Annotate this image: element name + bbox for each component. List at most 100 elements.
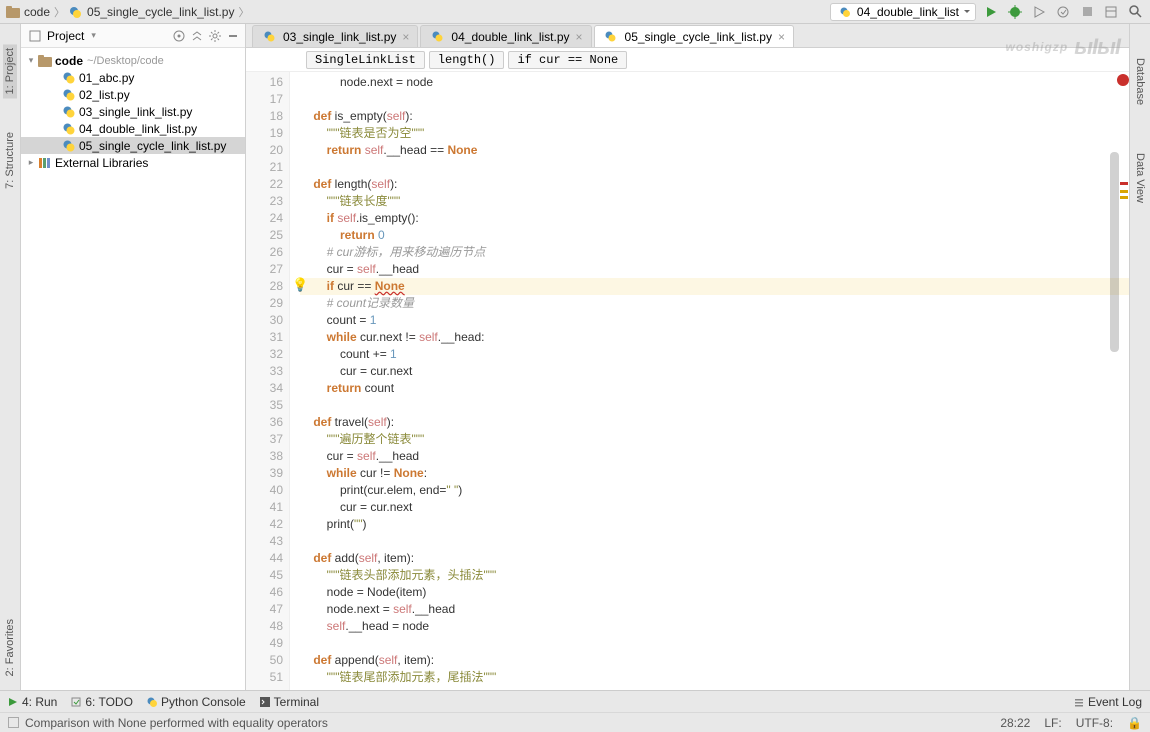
stop-button[interactable] bbox=[1078, 3, 1096, 21]
editor-tabs: 03_single_link_list.py×04_double_link_li… bbox=[246, 24, 1129, 48]
breadcrumb-item[interactable]: if cur == None bbox=[508, 51, 627, 69]
tree-file[interactable]: 02_list.py bbox=[21, 86, 245, 103]
ide-layout-button[interactable] bbox=[1102, 3, 1120, 21]
breadcrumb-item[interactable]: SingleLinkList bbox=[306, 51, 425, 69]
tool-tab-database[interactable]: Database bbox=[1133, 54, 1147, 109]
chevron-right-icon: 〉 bbox=[54, 4, 65, 20]
chevron-down-icon[interactable]: ▾ bbox=[91, 30, 96, 41]
collapse-all-icon[interactable] bbox=[191, 30, 203, 42]
breadcrumb-item[interactable]: length() bbox=[429, 51, 505, 69]
project-pane-header: Project ▾ bbox=[21, 24, 245, 48]
editor-tab[interactable]: 05_single_cycle_link_list.py × bbox=[594, 25, 794, 47]
python-icon bbox=[61, 139, 77, 153]
code-breadcrumb: SingleLinkListlength()if cur == None bbox=[246, 48, 1129, 72]
tree-node-label: 02_list.py bbox=[79, 88, 130, 102]
crumb-file[interactable]: 05_single_cycle_link_list.py bbox=[87, 5, 234, 19]
chevron-right-icon: 〉 bbox=[238, 4, 249, 20]
crumb-root[interactable]: code bbox=[24, 5, 50, 19]
run-tab[interactable]: 4: Run bbox=[8, 695, 57, 709]
scrollbar-thumb[interactable] bbox=[1110, 152, 1119, 352]
warning-mark[interactable] bbox=[1120, 196, 1128, 199]
tool-tab-dataview[interactable]: Data View bbox=[1133, 149, 1147, 207]
folder-icon bbox=[6, 6, 20, 18]
library-icon bbox=[37, 156, 53, 170]
python-icon bbox=[603, 30, 619, 44]
folder-icon bbox=[37, 54, 53, 68]
editor-area: 03_single_link_list.py×04_double_link_li… bbox=[246, 24, 1129, 690]
run-config-label: 04_double_link_list bbox=[857, 5, 959, 19]
right-tool-strip: Database Data View bbox=[1129, 24, 1150, 690]
project-pane: Project ▾ ▾ code ~/Desktop/code 01_abc.p… bbox=[21, 24, 246, 690]
attach-button[interactable] bbox=[1054, 3, 1072, 21]
tree-root[interactable]: ▾ code ~/Desktop/code bbox=[21, 52, 245, 69]
expand-icon[interactable]: ▸ bbox=[25, 157, 37, 168]
tree-node-label: code bbox=[55, 54, 83, 68]
status-bar: Comparison with None performed with equa… bbox=[0, 712, 1150, 732]
tab-label: 05_single_cycle_link_list.py bbox=[625, 30, 772, 44]
scroll-from-source-icon[interactable] bbox=[173, 30, 185, 42]
code-editor[interactable]: 1617181920212223242526272829303132333435… bbox=[246, 72, 1129, 690]
warning-mark[interactable] bbox=[1120, 190, 1128, 193]
todo-tab[interactable]: 6: TODO bbox=[71, 695, 133, 709]
code-content[interactable]: node.next = node def is_empty(self): """… bbox=[290, 72, 1129, 690]
debug-button[interactable] bbox=[1006, 3, 1024, 21]
status-message: Comparison with None performed with equa… bbox=[25, 716, 328, 730]
run-coverage-button[interactable] bbox=[1030, 3, 1048, 21]
error-stripe bbox=[1119, 72, 1129, 690]
python-console-tab[interactable]: Python Console bbox=[147, 695, 246, 709]
project-icon bbox=[27, 29, 43, 43]
tree-file[interactable]: 01_abc.py bbox=[21, 69, 245, 86]
close-icon[interactable]: × bbox=[576, 30, 583, 44]
tree-file[interactable]: 03_single_link_list.py bbox=[21, 103, 245, 120]
tree-node-label: External Libraries bbox=[55, 156, 148, 170]
tree-node-label: 01_abc.py bbox=[79, 71, 134, 85]
file-encoding[interactable]: UTF-8: bbox=[1076, 716, 1113, 730]
navigation-bar: code 〉 05_single_cycle_link_list.py 〉 04… bbox=[0, 0, 1150, 24]
search-icon[interactable] bbox=[1126, 3, 1144, 21]
hide-icon[interactable] bbox=[227, 30, 239, 42]
bulb-icon[interactable]: 💡 bbox=[292, 277, 308, 293]
expand-icon[interactable]: ▾ bbox=[25, 55, 37, 66]
tree-node-label: 05_single_cycle_link_list.py bbox=[79, 139, 226, 153]
python-icon bbox=[69, 6, 83, 18]
project-tree: ▾ code ~/Desktop/code 01_abc.py 02_list.p… bbox=[21, 48, 245, 175]
close-icon[interactable]: × bbox=[778, 30, 785, 44]
tree-file[interactable]: 05_single_cycle_link_list.py bbox=[21, 137, 245, 154]
python-icon bbox=[837, 5, 853, 19]
breadcrumb: code 〉 05_single_cycle_link_list.py 〉 bbox=[6, 4, 830, 20]
tool-tab-project[interactable]: 1: Project bbox=[3, 44, 17, 98]
tree-external-libs[interactable]: ▸ External Libraries bbox=[21, 154, 245, 171]
gear-icon[interactable] bbox=[209, 30, 221, 42]
python-icon bbox=[61, 71, 77, 85]
error-mark[interactable] bbox=[1120, 182, 1128, 185]
terminal-tab[interactable]: Terminal bbox=[260, 695, 319, 709]
run-button[interactable] bbox=[982, 3, 1000, 21]
tree-node-path: ~/Desktop/code bbox=[87, 55, 164, 67]
project-title: Project bbox=[47, 29, 84, 43]
tool-tab-structure[interactable]: 7: Structure bbox=[3, 128, 17, 193]
python-icon bbox=[429, 30, 445, 44]
close-icon[interactable]: × bbox=[402, 30, 409, 44]
bottom-tool-tabs: 4: Run 6: TODO Python Console Terminal E… bbox=[0, 690, 1150, 712]
left-tool-strip: 1: Project 7: Structure 2: Favorites bbox=[0, 24, 21, 690]
editor-tab[interactable]: 04_double_link_list.py × bbox=[420, 25, 591, 47]
caret-position[interactable]: 28:22 bbox=[1000, 716, 1030, 730]
toolbar-right: 04_double_link_list bbox=[830, 3, 1144, 21]
python-icon bbox=[61, 105, 77, 119]
event-log-tab[interactable]: Event Log bbox=[1074, 695, 1142, 709]
tree-node-label: 04_double_link_list.py bbox=[79, 122, 197, 136]
tree-node-label: 03_single_link_list.py bbox=[79, 105, 192, 119]
python-icon bbox=[261, 30, 277, 44]
python-icon bbox=[61, 88, 77, 102]
tab-label: 03_single_link_list.py bbox=[283, 30, 396, 44]
run-config-selector[interactable]: 04_double_link_list bbox=[830, 3, 976, 21]
line-gutter: 1617181920212223242526272829303132333435… bbox=[246, 72, 290, 690]
status-checkbox-icon[interactable] bbox=[8, 717, 19, 728]
editor-tab[interactable]: 03_single_link_list.py × bbox=[252, 25, 418, 47]
tree-file[interactable]: 04_double_link_list.py bbox=[21, 120, 245, 137]
tab-label: 04_double_link_list.py bbox=[451, 30, 569, 44]
lock-icon[interactable]: 🔒 bbox=[1127, 716, 1142, 730]
error-indicator-icon[interactable] bbox=[1117, 74, 1129, 86]
tool-tab-favorites[interactable]: 2: Favorites bbox=[3, 615, 17, 680]
line-separator[interactable]: LF: bbox=[1044, 716, 1061, 730]
